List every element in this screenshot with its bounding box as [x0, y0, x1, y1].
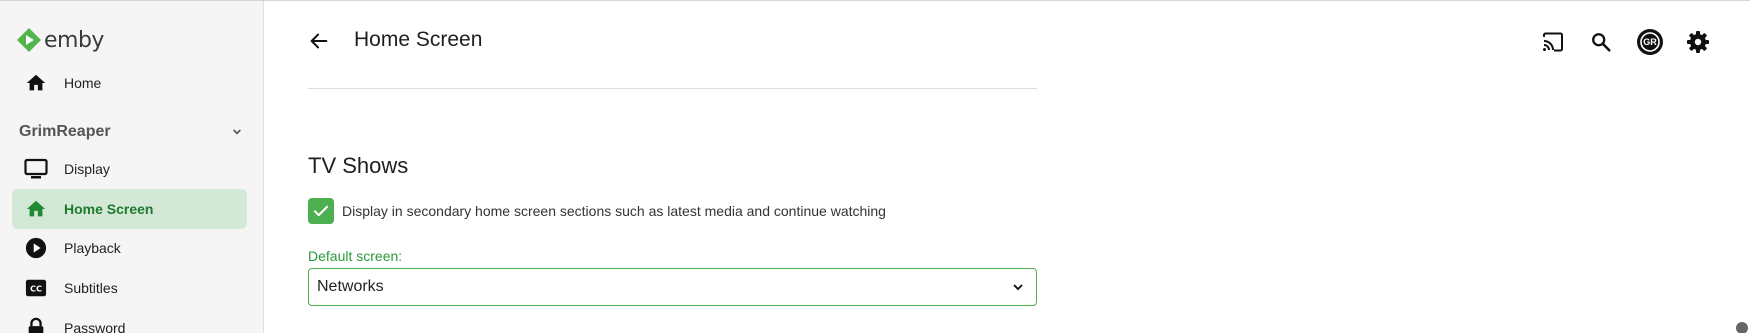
page-title: Home Screen: [354, 28, 483, 51]
sidebar-item-label: Playback: [64, 240, 121, 256]
cast-button[interactable]: [1535, 24, 1571, 60]
sidebar-item-label: Subtitles: [64, 280, 118, 296]
scrollbar-thumb[interactable]: [1736, 322, 1748, 333]
emby-logo-icon: [17, 28, 41, 52]
settings-button[interactable]: [1680, 24, 1716, 60]
sidebar-item-label: Display: [64, 161, 110, 177]
play-circle-icon: [24, 236, 48, 260]
cast-icon: [1543, 32, 1563, 52]
arrow-left-icon: [310, 33, 328, 49]
sidebar-item-subtitles[interactable]: CC Subtitles: [12, 268, 247, 308]
sidebar-item-display[interactable]: Display: [12, 149, 247, 189]
gear-icon: [1687, 31, 1709, 53]
secondary-sections-label: Display in secondary home screen section…: [342, 203, 886, 219]
back-button[interactable]: [304, 26, 334, 56]
sidebar-item-playback[interactable]: Playback: [12, 228, 247, 268]
sidebar-item-home-screen[interactable]: Home Screen: [12, 189, 247, 229]
user-section-header[interactable]: GrimReaper: [19, 119, 245, 145]
home-icon: [24, 197, 48, 221]
sidebar-item-home[interactable]: Home: [12, 63, 247, 103]
monitor-icon: [24, 157, 48, 181]
svg-text:CC: CC: [30, 284, 42, 294]
section-divider: [308, 88, 1037, 89]
logo-text: emby: [44, 27, 104, 53]
sidebar-item-password[interactable]: Password: [12, 308, 247, 333]
chevron-down-icon: [1013, 284, 1023, 291]
emby-logo[interactable]: emby: [16, 25, 104, 55]
user-avatar-button[interactable]: GR: [1632, 24, 1668, 60]
user-section-name: GrimReaper: [19, 123, 111, 140]
default-screen-value: Networks: [317, 278, 384, 295]
search-icon: [1592, 33, 1611, 52]
home-icon: [24, 71, 48, 95]
avatar-initials: GR: [1643, 37, 1657, 47]
checkmark-icon: [313, 205, 329, 217]
default-screen-select[interactable]: Networks: [308, 268, 1037, 306]
secondary-sections-checkbox[interactable]: [308, 198, 334, 224]
sidebar: emby Home GrimReaper Display Home Screen…: [0, 1, 264, 333]
closed-caption-icon: CC: [24, 276, 48, 300]
chevron-down-icon: [233, 129, 241, 135]
section-title: TV Shows: [308, 153, 409, 178]
default-screen-label: Default screen:: [308, 248, 403, 264]
lock-icon: [24, 316, 48, 333]
sidebar-item-label: Home: [64, 75, 102, 91]
sidebar-item-label: Password: [64, 320, 126, 333]
search-button[interactable]: [1583, 24, 1619, 60]
sidebar-item-label: Home Screen: [64, 201, 154, 217]
